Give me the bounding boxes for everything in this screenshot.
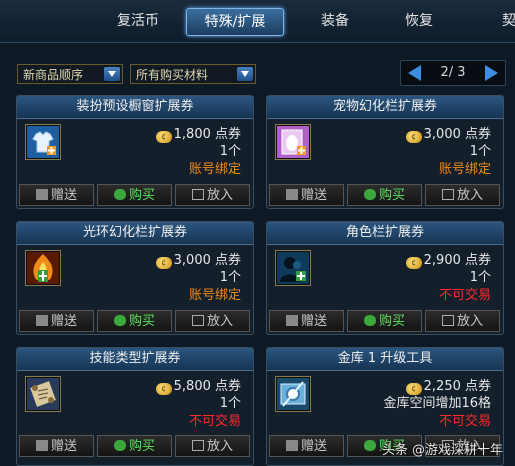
cera-coin-icon: ¢ (405, 131, 422, 143)
put-in-cart-button[interactable]: 放入 (175, 184, 250, 206)
item-quantity: 1个 (219, 144, 241, 159)
page-indicator: 2/ 3 (440, 65, 466, 80)
item-trade-status: 不可交易 (438, 414, 491, 429)
basket-icon (191, 189, 204, 200)
item-quantity: 1个 (219, 270, 241, 285)
gift-icon (285, 315, 298, 326)
item-icon-slot[interactable] (275, 376, 311, 412)
put-in-cart-button[interactable]: 放入 (175, 435, 250, 457)
cera-coin-icon: ¢ (155, 257, 172, 269)
tab-revival-coin[interactable]: 复活币 (100, 8, 176, 34)
gift-icon (285, 189, 298, 200)
item-description: 金库空间增加16格 (383, 396, 491, 411)
item-title: 光环幻化栏扩展券 (17, 222, 253, 245)
basket-icon (441, 189, 454, 200)
cera-coin-icon: ¢ (155, 131, 172, 143)
shop-item-card: 光环幻化栏扩展券 ¢ 3,000 点券 1个 账号绑定 赠送 购买 放入 (16, 221, 254, 335)
gift-button[interactable]: 赠送 (269, 435, 344, 457)
cera-coin-icon: ¢ (405, 257, 422, 269)
pagination: 2/ 3 (400, 60, 506, 86)
watermark: 头条 @游戏深耕十年 (381, 443, 503, 458)
basket-icon (191, 315, 204, 326)
cart-icon (113, 189, 126, 200)
shop-item-card: 宠物幻化栏扩展券 ¢ 3,000 点券 1个 账号绑定 赠送 购买 放入 (266, 95, 504, 209)
sort-order-dropdown[interactable]: 新商品顺序 (17, 64, 123, 84)
tab-contract[interactable]: 契 (494, 8, 515, 34)
gift-icon (35, 189, 48, 200)
shop-item-card: 技能类型扩展券 ¢ 5,800 点券 1个 不可交易 赠送 购买 放入 (16, 347, 254, 466)
shop-item-card: 装扮预设橱窗扩展券 ¢ 1,800 点券 1个 账号绑定 赠送 购买 放入 (16, 95, 254, 209)
aura-icon (27, 252, 59, 284)
cart-icon (113, 440, 126, 451)
tab-special-expansion[interactable]: 特殊/扩展 (186, 8, 284, 36)
buy-button[interactable]: 购买 (347, 310, 422, 332)
item-quantity: 1个 (469, 270, 491, 285)
buy-button[interactable]: 购买 (97, 310, 172, 332)
gift-button[interactable]: 赠送 (269, 310, 344, 332)
item-title: 角色栏扩展券 (267, 222, 503, 245)
basket-icon (441, 315, 454, 326)
item-title: 宠物幻化栏扩展券 (267, 96, 503, 119)
gift-button[interactable]: 赠送 (19, 310, 94, 332)
item-icon-slot[interactable] (275, 250, 311, 286)
item-quantity: 1个 (219, 396, 241, 411)
pet-ticket-icon (277, 126, 309, 158)
buy-button[interactable]: 购买 (97, 435, 172, 457)
prev-page-button[interactable] (405, 64, 425, 82)
material-filter-dropdown[interactable]: 所有购买材料 (130, 64, 256, 84)
item-title: 技能类型扩展券 (17, 348, 253, 371)
skill-scroll-icon (27, 378, 59, 410)
tab-recovery[interactable]: 恢复 (384, 8, 454, 34)
item-quantity: 1个 (469, 144, 491, 159)
item-icon-slot[interactable] (275, 124, 311, 160)
item-icon-slot[interactable] (25, 124, 61, 160)
item-title: 装扮预设橱窗扩展券 (17, 96, 253, 119)
cera-coin-icon: ¢ (155, 383, 172, 395)
item-icon-slot[interactable] (25, 250, 61, 286)
buy-button[interactable]: 购买 (347, 184, 422, 206)
material-filter-value: 所有购买材料 (136, 68, 209, 82)
gift-button[interactable]: 赠送 (19, 184, 94, 206)
gift-icon (285, 440, 298, 451)
item-trade-status: 不可交易 (438, 288, 491, 303)
item-trade-status: 账号绑定 (188, 288, 241, 303)
gift-icon (35, 440, 48, 451)
sort-order-value: 新商品顺序 (23, 68, 84, 82)
gift-icon (35, 315, 48, 326)
category-tab-bar: 复活币 特殊/扩展 装备 恢复 契 (0, 0, 515, 43)
item-title: 金库 1 升级工具 (267, 348, 503, 371)
cart-icon (363, 440, 376, 451)
cart-icon (363, 189, 376, 200)
put-in-cart-button[interactable]: 放入 (425, 184, 500, 206)
basket-icon (191, 440, 204, 451)
chevron-down-icon (104, 67, 120, 81)
next-page-button[interactable] (481, 64, 501, 82)
tab-equipment[interactable]: 装备 (300, 8, 370, 34)
shop-item-card: 角色栏扩展券 ¢ 2,900 点券 1个 不可交易 赠送 购买 放入 (266, 221, 504, 335)
item-trade-status: 账号绑定 (438, 162, 491, 177)
item-icon-slot[interactable] (25, 376, 61, 412)
item-trade-status: 不可交易 (188, 414, 241, 429)
cart-icon (363, 315, 376, 326)
put-in-cart-button[interactable]: 放入 (425, 310, 500, 332)
gift-button[interactable]: 赠送 (269, 184, 344, 206)
chevron-down-icon (237, 67, 253, 81)
put-in-cart-button[interactable]: 放入 (175, 310, 250, 332)
character-slot-icon (277, 252, 309, 284)
item-trade-status: 账号绑定 (188, 162, 241, 177)
gift-button[interactable]: 赠送 (19, 435, 94, 457)
cart-icon (113, 315, 126, 326)
vault-upgrade-icon (277, 378, 309, 410)
buy-button[interactable]: 购买 (97, 184, 172, 206)
clothing-icon (27, 126, 59, 158)
